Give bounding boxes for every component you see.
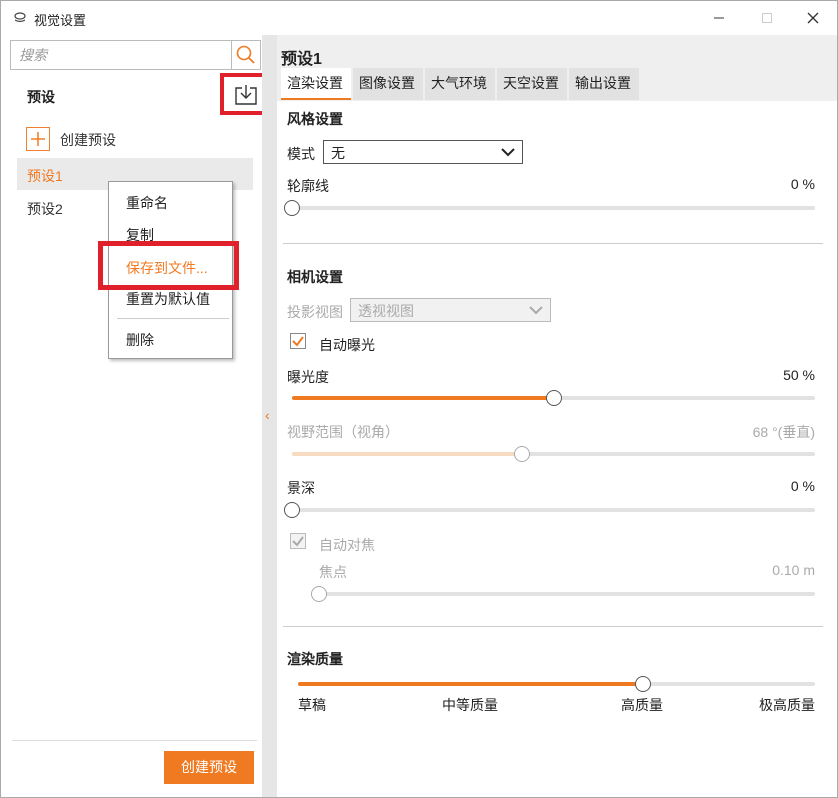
minimize-icon: [714, 17, 724, 19]
projection-label: 投影视图: [287, 304, 343, 320]
tab-output-settings[interactable]: 输出设置: [569, 68, 639, 100]
divider: [12, 740, 257, 741]
import-icon: [235, 85, 257, 105]
style-settings-heading: 风格设置: [287, 111, 343, 127]
search-input[interactable]: [11, 41, 231, 69]
maximize-icon: [762, 13, 772, 23]
focus-label: 焦点: [319, 564, 347, 580]
plus-icon: [26, 127, 50, 151]
slider-thumb[interactable]: [311, 586, 327, 602]
slider-thumb[interactable]: [545, 390, 562, 406]
autofocus-label: 自动对焦: [319, 537, 375, 553]
close-icon: [807, 12, 819, 24]
chevron-down-icon: [529, 306, 543, 315]
depth-of-field-label: 景深: [287, 480, 315, 496]
maximize-button[interactable]: [755, 7, 779, 29]
chevron-down-icon: [501, 148, 515, 157]
search-box: [10, 40, 232, 70]
quality-tick-ultra: 极高质量: [759, 697, 815, 713]
quality-tick-high: 高质量: [621, 697, 663, 713]
slider-thumb[interactable]: [284, 200, 300, 216]
tab-image-settings[interactable]: 图像设置: [353, 68, 423, 100]
depth-of-field-slider[interactable]: [284, 502, 815, 518]
fov-slider[interactable]: [292, 446, 815, 462]
divider: [283, 626, 823, 627]
preset-title: 预设1: [281, 51, 322, 68]
auto-exposure-checkbox[interactable]: [290, 333, 306, 349]
close-button[interactable]: [801, 7, 825, 29]
mode-value: 无: [331, 145, 345, 161]
search-icon: [236, 45, 255, 64]
projection-value: 透视视图: [358, 303, 414, 319]
projection-select[interactable]: 透视视图: [350, 298, 551, 322]
autofocus-checkbox[interactable]: [290, 533, 306, 549]
exposure-value: 50 %: [783, 367, 815, 383]
render-quality-slider[interactable]: [298, 676, 815, 692]
fov-value: 68 °(垂直): [752, 424, 815, 440]
search-button[interactable]: [231, 40, 261, 70]
checkmark-icon: [292, 536, 304, 547]
camera-settings-heading: 相机设置: [287, 269, 343, 285]
window-title: 视觉设置: [34, 13, 87, 28]
tab-render-settings[interactable]: 渲染设置: [281, 68, 351, 100]
quality-tick-medium: 中等质量: [442, 697, 498, 713]
highlight-box: [98, 241, 239, 290]
tab-sky-settings[interactable]: 天空设置: [497, 68, 567, 100]
settings-header: 预设1 渲染设置 图像设置 大气环境 天空设置 输出设置: [277, 35, 837, 101]
create-preset-button[interactable]: 创建预设: [164, 751, 254, 784]
divider: [283, 243, 823, 244]
exposure-slider[interactable]: [292, 390, 815, 406]
menu-separator: [117, 318, 229, 319]
mode-label: 模式: [287, 146, 315, 162]
slider-fill: [298, 682, 643, 686]
create-preset-label: 创建预设: [60, 132, 116, 148]
auto-exposure-label: 自动曝光: [319, 337, 375, 353]
mode-select[interactable]: 无: [323, 140, 523, 164]
depth-of-field-value: 0 %: [790, 478, 815, 494]
left-panel: 预设 创建预设 预设1 预设2 创建预设: [2, 35, 272, 797]
exposure-label: 曝光度: [287, 369, 329, 385]
collapse-arrow-icon[interactable]: ‹: [265, 407, 270, 423]
panel-splitter[interactable]: ‹: [262, 35, 277, 797]
app-icon: [14, 12, 26, 23]
outline-label: 轮廓线: [287, 178, 329, 194]
create-preset-link[interactable]: 创建预设: [26, 127, 226, 151]
menu-item-delete[interactable]: 删除: [109, 327, 232, 353]
tab-atmosphere[interactable]: 大气环境: [425, 68, 495, 100]
visual-settings-window: 视觉设置 预设: [0, 0, 838, 798]
focus-slider[interactable]: [311, 586, 815, 602]
presets-heading: 预设: [27, 89, 55, 105]
minimize-button[interactable]: [707, 7, 731, 29]
slider-fill: [292, 452, 523, 456]
checkmark-icon: [292, 336, 304, 347]
slider-thumb[interactable]: [514, 446, 531, 462]
slider-thumb[interactable]: [634, 676, 651, 692]
menu-item-rename[interactable]: 重命名: [109, 190, 232, 216]
quality-tick-draft: 草稿: [298, 697, 326, 713]
slider-fill: [292, 396, 554, 400]
render-quality-heading: 渲染质量: [287, 651, 343, 667]
title-bar: 视觉设置: [1, 1, 837, 35]
right-panel: 预设1 渲染设置 图像设置 大气环境 天空设置 输出设置 风格设置 模式 无 轮…: [277, 35, 837, 797]
outline-value: 0 %: [790, 176, 815, 192]
slider-thumb[interactable]: [284, 502, 300, 518]
focus-value: 0.10 m: [772, 562, 815, 578]
outline-slider[interactable]: [284, 200, 815, 216]
fov-label: 视野范围（视角）: [287, 424, 399, 440]
